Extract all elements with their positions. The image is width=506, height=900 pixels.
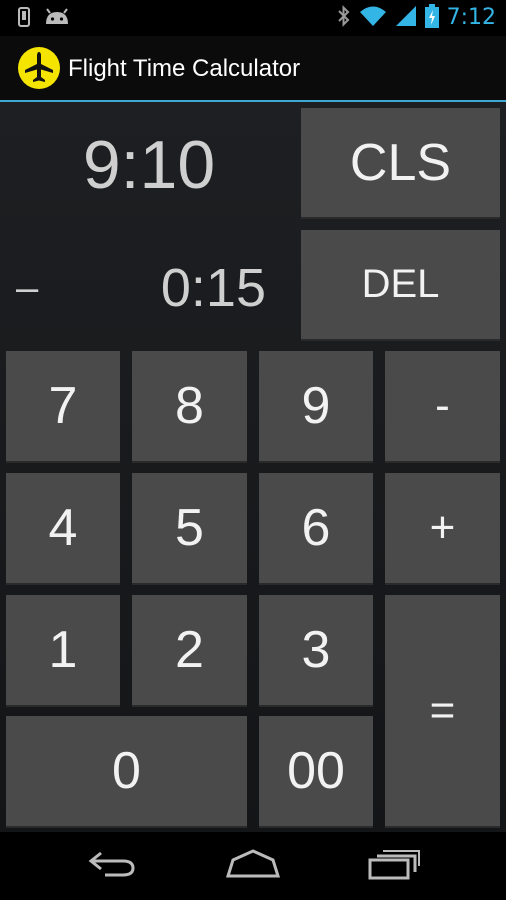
key-9-button[interactable]: 9 xyxy=(259,351,373,461)
operator-display: – xyxy=(16,266,39,310)
calculator-body: 9:10 – 0:15 CLS DEL 7 8 9 - 4 5 6 + 1 2 … xyxy=(0,102,506,832)
minus-button[interactable]: - xyxy=(385,351,500,461)
home-button[interactable] xyxy=(223,846,283,886)
airplane-icon xyxy=(18,47,60,89)
operand-display: 0:15 xyxy=(160,258,266,318)
recent-apps-icon xyxy=(367,848,421,884)
status-clock: 7:12 xyxy=(446,5,496,30)
del-button[interactable]: DEL xyxy=(301,230,500,339)
back-button[interactable] xyxy=(82,846,142,886)
key-2-button[interactable]: 2 xyxy=(132,595,247,705)
key-6-button[interactable]: 6 xyxy=(259,473,373,583)
key-7-button[interactable]: 7 xyxy=(6,351,120,461)
key-4-button[interactable]: 4 xyxy=(6,473,120,583)
key-0-button[interactable]: 0 xyxy=(6,716,247,826)
recent-apps-button[interactable] xyxy=(364,846,424,886)
key-00-button[interactable]: 00 xyxy=(259,716,373,826)
navigation-bar xyxy=(0,832,506,900)
wifi-icon xyxy=(359,5,387,31)
equals-button[interactable]: = xyxy=(385,595,500,826)
back-icon xyxy=(87,849,137,883)
home-icon xyxy=(225,848,281,884)
phone-icon xyxy=(18,7,30,31)
main-display: 9:10 xyxy=(82,127,216,203)
key-3-button[interactable]: 3 xyxy=(259,595,373,705)
signal-icon xyxy=(395,5,417,31)
cls-button[interactable]: CLS xyxy=(301,108,500,217)
bluetooth-icon xyxy=(337,5,351,31)
android-icon xyxy=(44,8,70,30)
key-1-button[interactable]: 1 xyxy=(6,595,120,705)
battery-icon xyxy=(424,4,439,32)
key-8-button[interactable]: 8 xyxy=(132,351,247,461)
status-bar: 7:12 xyxy=(0,0,506,36)
app-title: Flight Time Calculator xyxy=(68,55,301,82)
key-5-button[interactable]: 5 xyxy=(132,473,247,583)
action-bar: Flight Time Calculator xyxy=(0,36,506,102)
plus-button[interactable]: + xyxy=(385,473,500,583)
